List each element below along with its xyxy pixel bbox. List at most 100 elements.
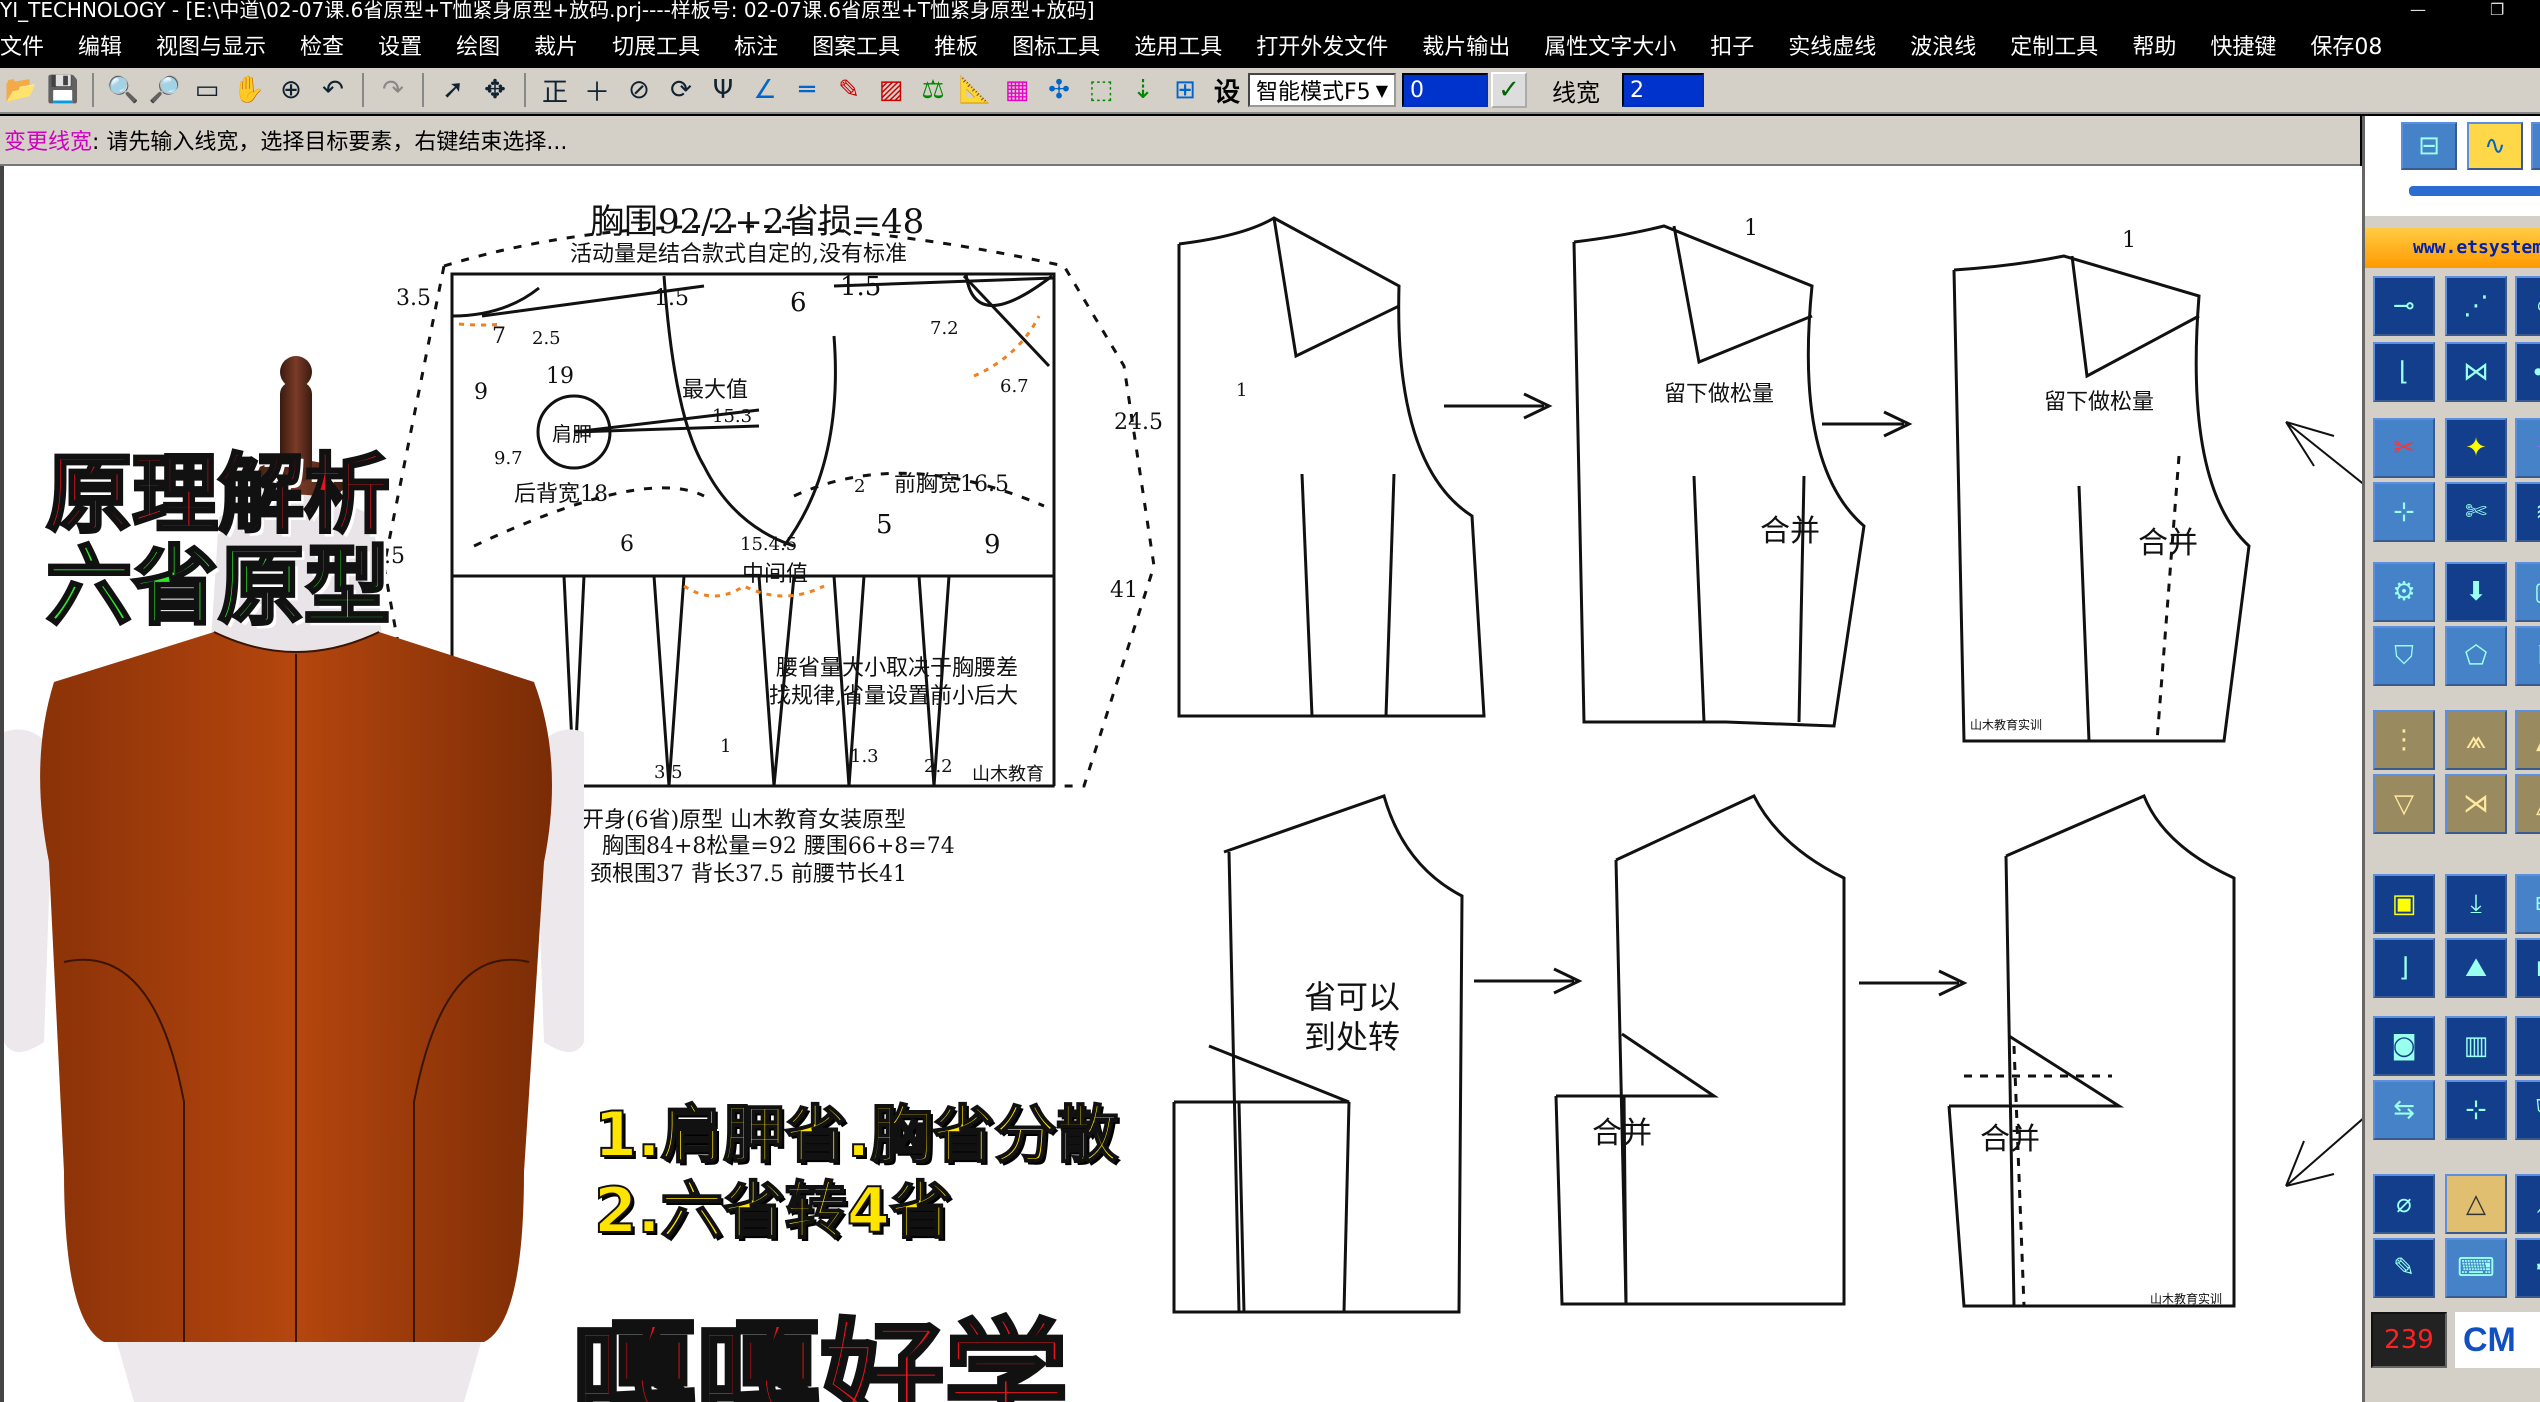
tool-pen-icon[interactable]: ✒ [2515,1238,2540,1298]
tool-pleat-icon[interactable]: ⋮ [2373,710,2435,770]
menu-item-solid-dashed[interactable]: 实线虚线 [1788,29,1876,61]
menu-item-help[interactable]: 帮助 [2132,29,2176,61]
website-banner[interactable]: www.etsystem [2365,228,2540,268]
compass-icon[interactable]: ⚖ [915,72,951,108]
tool-wave-icon[interactable]: ≋ [2515,482,2540,542]
tool-monitor-icon[interactable]: ▣ [2373,874,2435,934]
tool-star-icon[interactable]: ✦ [2445,418,2507,478]
tool-corner-icon[interactable]: ⌊ [2373,342,2435,402]
menu-item-settings[interactable]: 设置 [378,29,422,61]
hatch-icon[interactable]: ▨ [873,72,909,108]
menu-item-check[interactable]: 检查 [300,29,344,61]
color-palette-icon[interactable]: ▦ [999,72,1035,108]
save-icon[interactable]: 💾 [45,72,81,108]
tool-piece-icon[interactable]: ⬠ [2445,626,2507,686]
tool-curve-icon[interactable]: ⊸ [2373,276,2435,336]
menu-item-attr-text-size[interactable]: 属性文字大小 [1544,29,1676,61]
tool-drop-icon[interactable]: ⬇ [2445,562,2507,622]
menu-item-view[interactable]: 视图与显示 [156,29,266,61]
menu-item-piece-output[interactable]: 裁片输出 [1422,29,1510,61]
apply-icon[interactable]: ✓ [1491,72,1527,108]
angle-line-icon[interactable]: ∠ [747,72,783,108]
tool-sewing-icon[interactable]: ⚙ [2373,562,2435,622]
menu-item-pattern-tools[interactable]: 图案工具 [812,29,900,61]
tool-bracket-icon[interactable]: ⊏ [2515,938,2540,998]
pan-hand-icon[interactable]: ✋ [231,72,267,108]
split-icon[interactable]: ✣ [1041,72,1077,108]
redo-icon[interactable]: ↷ [375,72,411,108]
zoom-region-icon[interactable]: ⊕ [273,72,309,108]
fork-icon[interactable]: Ψ [705,72,741,108]
tool-fold-icon[interactable]: ⩕ [2445,710,2507,770]
rotate-icon[interactable]: ⟳ [663,72,699,108]
grid-icon[interactable]: ⊞ [1167,72,1203,108]
minimize-icon[interactable]: — [2410,0,2426,20]
tool-cut-icon[interactable]: ✄ [2445,482,2507,542]
tool-scissors-icon[interactable]: ✂ [2373,418,2435,478]
tool-plus-icon[interactable]: ⊹ [2445,1080,2507,1140]
tool-dots-icon[interactable]: ⋰ [2445,276,2507,336]
zoom-out-icon[interactable]: 🔍 [105,72,141,108]
tool-triangle-icon[interactable]: ◭ [2515,710,2540,770]
text-icon[interactable]: 正 [537,72,573,108]
tool-hook-icon[interactable]: ⌋ [2373,938,2435,998]
tool-shield-icon[interactable]: ⛨ [2515,1080,2540,1140]
mode-select[interactable]: 智能模式F5 ▼ [1248,73,1396,107]
tool-pin-icon[interactable]: ⊹ [2373,482,2435,542]
pen-icon[interactable]: ✎ [831,72,867,108]
tool-arrows-icon[interactable]: ⇆ [2373,1080,2435,1140]
value-field[interactable]: 0 [1402,73,1488,107]
menu-item-draw[interactable]: 绘图 [456,29,500,61]
tool-shirt-icon[interactable]: ⚑ [2515,626,2540,686]
tool-frame-icon[interactable]: ▢ [2515,562,2540,622]
menu-item-shortcuts[interactable]: 快捷键 [2210,29,2276,61]
select-arrow-icon[interactable]: ➚ [435,72,471,108]
tool-link-icon[interactable]: ⊷ [2515,342,2540,402]
linewidth-field[interactable]: 2 [1622,73,1704,107]
tool-fan-icon[interactable]: ✧ [2515,418,2540,478]
tool-chain-icon[interactable]: ∞ [2515,276,2540,336]
curve-icon[interactable]: ∿ [2467,122,2523,170]
zoom-in-icon[interactable]: 🔎 [147,72,183,108]
node-icon[interactable]: ⋈ [2531,122,2540,170]
move-point-icon[interactable]: ✥ [477,72,513,108]
tool-hill-icon[interactable]: ⛰ [2445,938,2507,998]
menu-item-open-external[interactable]: 打开外发文件 [1256,29,1388,61]
menu-item-file[interactable]: 文件 [0,29,44,61]
drill-icon[interactable]: ⇣ [1125,72,1161,108]
restore-icon[interactable]: ❐ [2490,0,2504,20]
tool-pencil-icon[interactable]: ✎ [2373,1238,2435,1298]
tool-cylinder-icon[interactable]: ▥ [2445,1016,2507,1076]
menu-item-buttons[interactable]: 扣子 [1710,29,1754,61]
tool-download-icon[interactable]: ⤓ [2445,874,2507,934]
parallel-line-icon[interactable]: ═ [789,72,825,108]
menu-item-grading[interactable]: 推板 [934,29,978,61]
tool-notch-icon[interactable]: ⋊ [2445,774,2507,834]
menu-item-icon-tools[interactable]: 图标工具 [1012,29,1100,61]
measure-icon[interactable]: ⊘ [621,72,657,108]
menu-item-edit[interactable]: 编辑 [78,29,122,61]
tool-slash-icon[interactable]: ⟋ [2515,1174,2540,1234]
menu-item-custom-tools[interactable]: 定制工具 [2010,29,2098,61]
open-folder-icon[interactable]: 📂 [3,72,39,108]
tool-mirror-icon[interactable]: ⋈ [2445,342,2507,402]
notch-icon[interactable]: ⬚ [1083,72,1119,108]
tool-et-icon[interactable]: ET [2515,874,2540,934]
tool-keyboard-icon[interactable]: ⌨ [2445,1238,2507,1298]
layer-icon[interactable]: ⊟ [2401,122,2457,170]
tool-delta-icon[interactable]: △ [2445,1174,2507,1234]
tool-tri-icon[interactable]: ◮ [2515,774,2540,834]
pen-tool-icon[interactable] [2409,186,2540,196]
menu-item-pieces[interactable]: 裁片 [534,29,578,61]
undo-icon[interactable]: ↶ [315,72,351,108]
menu-item-slash-tools[interactable]: 切展工具 [612,29,700,61]
tool-bucket-icon[interactable]: ⛉ [2373,626,2435,686]
menu-item-annotate[interactable]: 标注 [734,29,778,61]
fit-window-icon[interactable]: ▭ [189,72,225,108]
tool-drill-down-icon[interactable]: ▽ [2373,774,2435,834]
cross-point-icon[interactable]: ＋ [579,72,615,108]
ruler-icon[interactable]: 📐 [957,72,993,108]
menu-item-wave-line[interactable]: 波浪线 [1910,29,1976,61]
drawing-canvas[interactable]: 胸围92/2+2省损=48 活动量是结合款式自定的,没有标准 肩胛 最大值 后背… [0,166,2362,1402]
tool-split-icon[interactable]: ⟨ [2515,1016,2540,1076]
